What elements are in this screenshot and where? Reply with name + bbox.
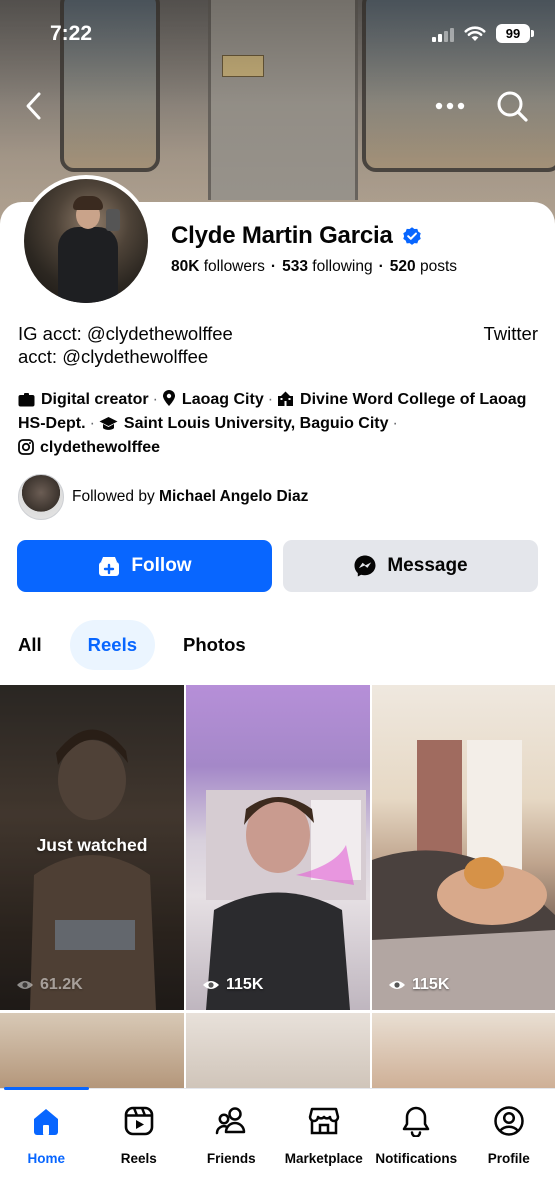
home-icon (34, 1109, 59, 1135)
nav-home-label: Home (27, 1151, 65, 1166)
reel-thumbnail (206, 790, 366, 1010)
instagram-icon (18, 439, 34, 455)
follow-label: Follow (131, 555, 192, 576)
reel-tile[interactable]: 115K (372, 685, 555, 1010)
building-icon (278, 391, 294, 406)
marketplace-icon (308, 1107, 339, 1135)
messenger-icon (354, 555, 376, 577)
bio-line-ig: IG acct: @clydethewolffee (18, 323, 233, 344)
nav-friends-label: Friends (206, 1151, 256, 1166)
follow-button[interactable]: Follow (17, 540, 272, 592)
battery-icon: 99 (496, 24, 534, 43)
detail-location: Laoag City (181, 391, 264, 408)
search-icon (497, 91, 528, 122)
profile-icon (494, 1106, 524, 1136)
nav-reels-label: Reels (120, 1151, 157, 1166)
graduation-cap-icon (99, 417, 118, 430)
search-button[interactable] (492, 86, 532, 126)
bell-icon (403, 1106, 430, 1137)
followers-stat[interactable]: 80K followers (171, 258, 265, 275)
profile-avatar[interactable] (20, 175, 152, 307)
just-watched-label: Just watched (36, 835, 148, 855)
reel-tile[interactable]: Just watched 61.2K (0, 685, 184, 1010)
more-button[interactable] (430, 86, 470, 126)
eye-icon (17, 981, 33, 989)
nav-marketplace-label: Marketplace (284, 1151, 363, 1166)
profile-name-row: Clyde Martin Garcia (171, 222, 423, 250)
content-tabs: All Reels Photos (17, 620, 264, 670)
detail-category: Digital creator (41, 391, 149, 408)
tab-reels[interactable]: Reels (69, 620, 156, 670)
wifi-icon (464, 26, 486, 41)
message-label: Message (387, 555, 468, 576)
nav-friends[interactable]: Friends (185, 1089, 278, 1200)
tab-photos[interactable]: Photos (165, 620, 264, 670)
detail-school-2: Saint Louis University, Baguio City (123, 415, 389, 432)
nav-profile-label: Profile (487, 1151, 530, 1166)
nav-marketplace[interactable]: Marketplace (278, 1089, 371, 1200)
location-pin-icon (162, 390, 175, 406)
nav-reels[interactable]: Reels (93, 1089, 186, 1200)
view-count: 61.2K (16, 976, 83, 994)
status-icons: 99 (432, 24, 534, 43)
followed-by-text: Followed by Michael Angelo Diaz (72, 488, 309, 505)
mutual-friend-avatar (18, 474, 64, 520)
posts-stat[interactable]: 520 posts (390, 258, 457, 275)
nav-home[interactable]: Home (0, 1089, 93, 1200)
back-button[interactable] (14, 86, 54, 126)
briefcase-icon (18, 393, 35, 407)
nav-notifications[interactable]: Notifications (370, 1089, 463, 1200)
more-dots-icon (435, 102, 465, 110)
bio-line-acct: acct: @clydethewolffee (18, 346, 209, 367)
active-tab-indicator (4, 1087, 89, 1090)
view-count: 115K (202, 976, 263, 994)
following-stat[interactable]: 533 following (282, 258, 373, 275)
friends-icon (216, 1107, 246, 1135)
bio-twitter: Twitter (483, 323, 538, 344)
eye-icon (389, 981, 405, 989)
reels-icon (124, 1106, 154, 1136)
profile-details: Digital creator · Laoag City · Divine Word C… (18, 390, 527, 456)
reel-tile[interactable]: 115K (186, 685, 370, 1010)
signal-icon (432, 26, 454, 42)
bottom-navigation: Home Reels Friends Marketplace Notificat… (0, 1087, 555, 1200)
verified-badge-icon (402, 227, 421, 245)
followed-by[interactable]: Followed by Michael Angelo Diaz (18, 474, 308, 520)
profile-stats: 80K followers · 533 following · 520 posts (171, 258, 458, 275)
detail-instagram-link[interactable]: clydethewolffee (40, 439, 160, 456)
view-count: 115K (388, 976, 449, 994)
profile-bio: IG acct: @clydethewolffee acct: @clydeth… (18, 322, 538, 368)
nav-profile[interactable]: Profile (463, 1089, 555, 1200)
follow-icon (99, 557, 120, 576)
nav-notifications-label: Notifications (375, 1151, 458, 1166)
message-button[interactable]: Message (283, 540, 538, 592)
reel-thumbnail (372, 740, 555, 1010)
tab-all[interactable]: All (17, 620, 60, 670)
eye-icon (203, 981, 219, 989)
profile-photo (24, 179, 148, 303)
status-time: 7:22 (50, 22, 93, 45)
reels-grid: Just watched 61.2K 115K 115K (0, 685, 555, 1103)
chevron-left-icon (26, 92, 41, 120)
profile-name: Clyde Martin Garcia (171, 222, 393, 249)
